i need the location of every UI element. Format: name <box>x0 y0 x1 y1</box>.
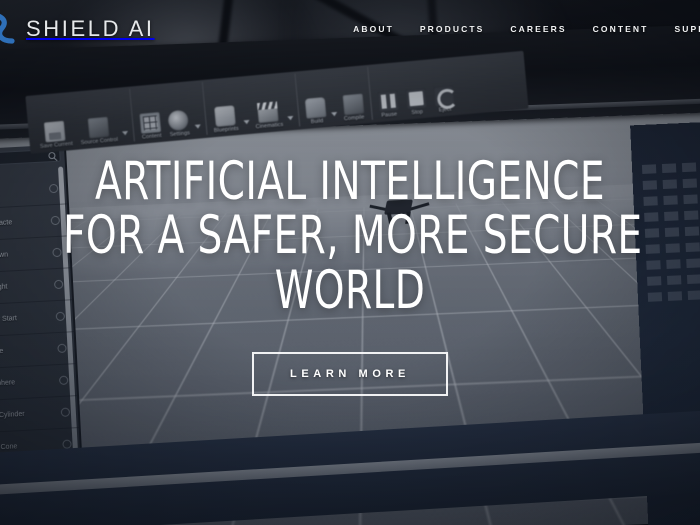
toolbar-button-label: Settings <box>169 130 191 139</box>
chevron-down-icon[interactable] <box>194 124 201 129</box>
toolbar-button-label: Pause <box>381 111 398 119</box>
compile-cube-icon <box>342 93 364 116</box>
brand-name: SHIELD AI <box>26 16 155 41</box>
main-navigation: ABOUT PRODUCTS CAREERS CONTENT SUPP <box>353 24 700 34</box>
pause-icon <box>377 90 399 113</box>
hero-headline-line: FOR A SAFER, MORE SECURE <box>63 205 643 267</box>
nav-link-products[interactable]: PRODUCTS <box>420 24 485 34</box>
settings-gear-icon <box>167 109 190 132</box>
content-grid-icon <box>139 112 162 134</box>
build-hand-icon <box>305 96 327 119</box>
toolbar-button-label: Cinematics <box>255 121 284 131</box>
toolbar-group: Blueprints Cinematics <box>202 73 301 135</box>
toolbar-button-build[interactable]: Build <box>299 71 332 126</box>
toolbar-button-label: Build <box>310 118 324 126</box>
toolbar-button-settings[interactable]: Settings <box>161 83 194 138</box>
page-root: torharactePawnLighter StartbephereCylind… <box>0 0 700 525</box>
toolbar-button-eject[interactable]: Eject <box>427 59 460 114</box>
toolbar-button-label: Save Current <box>39 141 74 150</box>
source-control-icon <box>87 116 110 139</box>
toolbar-button-label: Source Control <box>80 136 119 147</box>
toolbar-group: Pause Stop Eject <box>368 59 462 120</box>
chevron-down-icon[interactable] <box>287 115 294 121</box>
toolbar-group: Content Settings <box>130 82 208 142</box>
save-disk-icon <box>44 120 67 143</box>
brand-logo-link[interactable]: SHIELD AI <box>0 10 155 48</box>
nav-link-about[interactable]: ABOUT <box>353 24 394 34</box>
toolbar-button-label: Stop <box>411 109 424 117</box>
toolbar-button-compile[interactable]: Compile <box>336 67 369 122</box>
toolbar-button-label: Content <box>141 132 162 141</box>
stop-icon <box>405 87 427 110</box>
blueprints-icon <box>214 105 236 127</box>
toolbar-button-cinematics[interactable]: Cinematics <box>247 75 287 131</box>
chevron-down-icon[interactable] <box>243 119 250 125</box>
toolbar-button-label: Compile <box>343 114 365 123</box>
toolbar-button-blueprints[interactable]: Blueprints <box>205 79 243 135</box>
hero-headline-line: WORLD <box>274 259 426 321</box>
toolbar-group: Build Compile <box>295 66 373 127</box>
clapperboard-icon <box>257 101 280 124</box>
toolbar-button-label: Blueprints <box>213 125 240 135</box>
place-actors-item-label: Cone <box>0 443 18 452</box>
shield-logo-icon <box>0 10 22 48</box>
toolbar-group: Save Current Source Control <box>28 88 136 151</box>
hero-headline: ARTIFICIAL INTELLIGENCE FOR A SAFER, MORE… <box>63 150 643 321</box>
chevron-down-icon[interactable] <box>122 130 129 136</box>
eject-icon <box>432 85 455 108</box>
site-header: SHIELD AI ABOUT PRODUCTS CAREERS CONTENT SUP… <box>0 0 700 58</box>
nav-link-content[interactable]: CONTENT <box>593 24 649 34</box>
toolbar-button-source-control[interactable]: Source Control <box>72 90 122 147</box>
chevron-down-icon[interactable] <box>331 111 338 117</box>
hero-headline-line: ARTIFICIAL INTELLIGENCE <box>94 150 606 212</box>
nav-link-careers[interactable]: CAREERS <box>510 24 566 34</box>
help-circle-icon[interactable] <box>60 407 71 417</box>
nav-link-support[interactable]: SUPP <box>674 24 700 34</box>
toolbar-button-save-current[interactable]: Save Current <box>32 94 78 150</box>
learn-more-button[interactable]: LEARN MORE <box>252 352 448 397</box>
place-actors-item-label: Cylinder <box>0 410 25 420</box>
